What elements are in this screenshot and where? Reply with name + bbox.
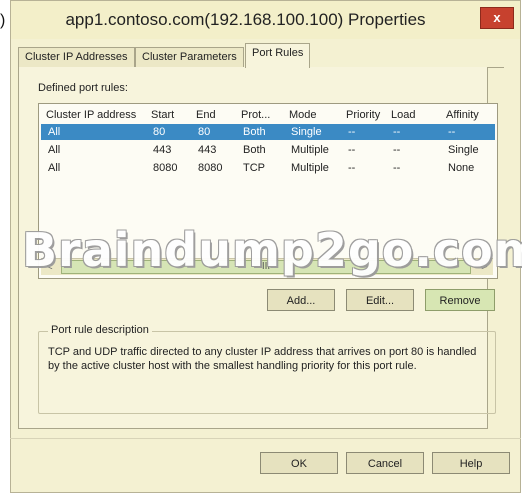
- cell-affinity: None: [448, 162, 475, 174]
- stray-character: ): [0, 12, 6, 29]
- ok-button[interactable]: OK: [260, 452, 338, 474]
- title-bar[interactable]: app1.contoso.com(192.168.100.100) Proper…: [11, 1, 520, 39]
- edit-button[interactable]: Edit...: [346, 289, 414, 311]
- window-title: app1.contoso.com(192.168.100.100) Proper…: [65, 10, 426, 29]
- cell-protocol: Both: [243, 126, 266, 138]
- cell-priority: --: [348, 126, 356, 138]
- cell-protocol: Both: [243, 144, 266, 156]
- column-header-cluster-ip[interactable]: Cluster IP address: [46, 107, 136, 123]
- column-header-mode[interactable]: Mode: [289, 107, 317, 123]
- table-row[interactable]: All 8080 8080 TCP Multiple -- -- None: [41, 160, 495, 176]
- column-header-end[interactable]: End: [196, 107, 216, 123]
- column-header-load[interactable]: Load: [391, 107, 415, 123]
- watermark: Braindump2go.com: [22, 223, 522, 277]
- cancel-button[interactable]: Cancel: [346, 452, 424, 474]
- column-header-priority[interactable]: Priority: [346, 107, 380, 123]
- cell-protocol: TCP: [243, 162, 265, 174]
- column-header-protocol[interactable]: Prot...: [241, 107, 270, 123]
- column-header-affinity[interactable]: Affinity: [446, 107, 479, 123]
- tab-label: Port Rules: [252, 47, 304, 59]
- cell-priority: --: [348, 144, 356, 156]
- cell-start: 443: [153, 144, 172, 156]
- tab-bar: Cluster IP Addresses Cluster Parameters …: [18, 43, 504, 68]
- add-button[interactable]: Add...: [267, 289, 335, 311]
- close-icon: x: [493, 10, 501, 25]
- cell-load: --: [393, 144, 401, 156]
- tab-label: Cluster IP Addresses: [25, 51, 128, 63]
- cell-ip: All: [48, 144, 61, 156]
- tab-cluster-parameters[interactable]: Cluster Parameters: [135, 47, 244, 67]
- port-rule-description-title: Port rule description: [48, 324, 152, 336]
- cell-mode: Single: [291, 126, 322, 138]
- column-header-start[interactable]: Start: [151, 107, 174, 123]
- cell-affinity: --: [448, 126, 456, 138]
- list-header: Cluster IP address Start End Prot... Mod…: [39, 104, 497, 124]
- tab-cluster-ip-addresses[interactable]: Cluster IP Addresses: [18, 47, 135, 67]
- cell-ip: All: [48, 126, 61, 138]
- table-row[interactable]: All 80 80 Both Single -- -- --: [41, 124, 495, 140]
- tab-port-rules[interactable]: Port Rules: [245, 43, 311, 68]
- cell-priority: --: [348, 162, 356, 174]
- port-rule-description-text: TCP and UDP traffic directed to any clus…: [48, 346, 477, 372]
- divider: [10, 438, 521, 439]
- cell-start: 8080: [153, 162, 178, 174]
- cell-load: --: [393, 162, 401, 174]
- remove-button[interactable]: Remove: [425, 289, 495, 311]
- tab-label: Cluster Parameters: [142, 51, 237, 63]
- cell-ip: All: [48, 162, 61, 174]
- cell-end: 80: [198, 126, 211, 138]
- table-row[interactable]: All 443 443 Both Multiple -- -- Single: [41, 142, 495, 158]
- cell-end: 8080: [198, 162, 223, 174]
- cell-end: 443: [198, 144, 217, 156]
- cell-start: 80: [153, 126, 166, 138]
- cell-load: --: [393, 126, 401, 138]
- cell-mode: Multiple: [291, 144, 329, 156]
- help-button[interactable]: Help: [432, 452, 510, 474]
- cell-affinity: Single: [448, 144, 479, 156]
- close-button[interactable]: x: [480, 7, 514, 29]
- defined-port-rules-label: Defined port rules:: [38, 82, 128, 94]
- cell-mode: Multiple: [291, 162, 329, 174]
